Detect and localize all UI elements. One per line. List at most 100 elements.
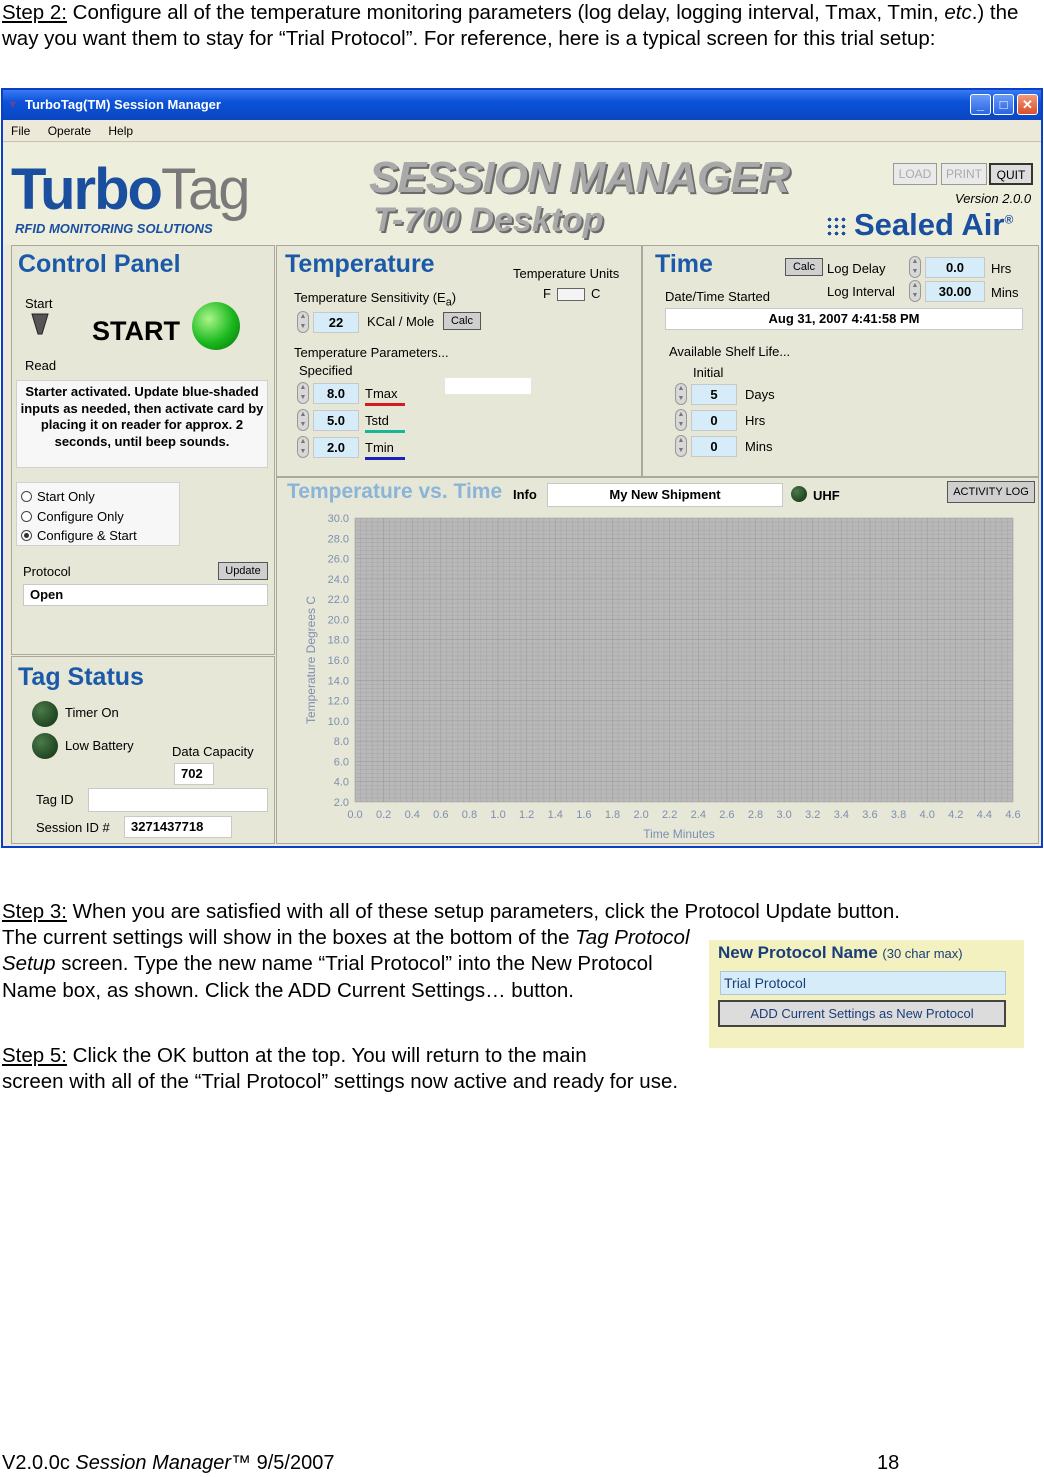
tstd-field[interactable]: 5.0 [313, 410, 359, 431]
log-interval-spinner[interactable]: ▲ ▼ [909, 280, 921, 302]
log-delay-field[interactable]: 0.0 [925, 257, 985, 278]
radio-configure-start[interactable]: Configure & Start [21, 528, 137, 543]
sensitivity-spinner[interactable]: ▲ ▼ [297, 311, 309, 333]
tstd-spinner[interactable]: ▲ ▼ [297, 409, 309, 431]
title-bar: ♆ TurboTag(TM) Session Manager _ □ ✕ [3, 90, 1041, 120]
unit-c-label: C [591, 286, 601, 301]
new-protocol-field[interactable]: Trial Protocol [720, 971, 1006, 995]
print-button[interactable]: PRINT [941, 163, 987, 185]
radio-configure-only[interactable]: Configure Only [21, 509, 124, 524]
activity-log-button[interactable]: ACTIVITY LOG [947, 481, 1035, 503]
radio-start-only[interactable]: Start Only [21, 489, 95, 504]
protocol-field[interactable]: Open [23, 584, 268, 606]
menu-bar: File Operate Help [3, 120, 1041, 142]
start-led [192, 302, 240, 350]
y-tick-label: 12.0 [328, 696, 349, 708]
info-label: Info [513, 487, 537, 502]
y-tick-label: 28.0 [328, 533, 349, 545]
mins-field[interactable]: 0 [691, 436, 737, 457]
tstd-label: Tstd [365, 413, 389, 428]
y-tick-label: 8.0 [334, 736, 349, 748]
mins-spinner[interactable]: ▲ ▼ [675, 435, 687, 457]
y-tick-label: 14.0 [328, 675, 349, 687]
x-tick-label: 3.6 [862, 809, 877, 821]
y-tick-label: 24.0 [328, 574, 349, 586]
close-button[interactable]: ✕ [1017, 94, 1038, 115]
control-panel: Control Panel Start START Read Starter a… [11, 245, 275, 655]
menu-help[interactable]: Help [108, 124, 133, 138]
session-id-label: Session ID # [36, 820, 110, 835]
mins-unit: Mins [745, 439, 773, 454]
temperature-units-label: Temperature Units [513, 266, 620, 281]
x-tick-label: 0.6 [433, 809, 448, 821]
control-panel-title: Control Panel [18, 250, 181, 278]
tag-id-field[interactable] [88, 788, 268, 812]
load-button[interactable]: LOAD [893, 163, 937, 185]
add-current-settings-button[interactable]: ADD Current Settings as New Protocol [718, 1000, 1006, 1027]
specified-label: Specified [299, 363, 353, 378]
low-battery-label: Low Battery [65, 738, 134, 753]
x-tick-label: 1.4 [548, 809, 563, 821]
tmin-field[interactable]: 2.0 [313, 437, 359, 458]
x-tick-label: 2.2 [662, 809, 677, 821]
hrs-field[interactable]: 0 [691, 410, 737, 431]
temperature-chart: 30.0 28.0 26.0 24.0 22.0 20.0 18.0 16.0 14.0 12.0… [304, 513, 1021, 841]
menu-operate[interactable]: Operate [48, 124, 91, 138]
low-battery-led [32, 733, 58, 759]
unit-toggle[interactable] [557, 288, 585, 301]
chart-panel: Temperature vs. Time Info My New Shipmen… [276, 477, 1039, 844]
menu-file[interactable]: File [11, 124, 30, 138]
tmin-label: Tmin [365, 440, 394, 455]
sensitivity-calc-button[interactable]: Calc [443, 312, 481, 330]
x-tick-label: 3.0 [776, 809, 791, 821]
step2-label: Step 2: [2, 1, 67, 24]
start-text[interactable]: START [92, 316, 180, 347]
y-tick-label: 10.0 [328, 716, 349, 728]
tag-status-panel: Tag Status Timer On Low Battery Data Cap… [11, 656, 275, 844]
quit-button[interactable]: QUIT [989, 163, 1033, 185]
log-interval-label: Log Interval [827, 284, 895, 299]
switch-icon[interactable] [30, 312, 50, 340]
tmax-spinner[interactable]: ▲ ▼ [297, 382, 309, 404]
log-delay-spinner[interactable]: ▲ ▼ [909, 256, 921, 278]
log-delay-unit: Hrs [991, 261, 1012, 276]
x-tick-label: 2.8 [748, 809, 763, 821]
step3-paragraph: Step 3: When you are satisfied with all … [2, 899, 1042, 925]
log-interval-field[interactable]: 30.00 [925, 281, 985, 302]
hrs-spinner[interactable]: ▲ ▼ [675, 409, 687, 431]
x-tick-label: 4.6 [1005, 809, 1020, 821]
tmax-field[interactable]: 8.0 [313, 383, 359, 404]
timer-on-led [32, 701, 58, 727]
x-tick-label: 4.0 [920, 809, 935, 821]
version-label: Version 2.0.0 [955, 191, 1032, 206]
y-tick-label: 16.0 [328, 655, 349, 667]
protocol-update-button[interactable]: Update [218, 562, 268, 580]
time-calc-button[interactable]: Calc [785, 258, 823, 276]
data-capacity-field: 702 [174, 763, 214, 785]
info-field[interactable]: My New Shipment [547, 483, 783, 507]
days-field[interactable]: 5 [691, 384, 737, 405]
x-tick-label: 3.2 [805, 809, 820, 821]
window-title: TurboTag(TM) Session Manager [25, 97, 221, 112]
x-tick-label: 2.0 [633, 809, 648, 821]
x-axis-ticks: 0.0 0.2 0.4 0.6 0.8 1.0 1.2 1.4 1.6 1.8 2.0 2.2 2.4 2… [347, 809, 1020, 821]
time-panel: Time Calc Log Delay ▲ ▼ 0.0 Hrs Date/Time… [642, 245, 1039, 477]
step5-paragraph: Step 5: Click the OK button at the top. … [2, 1044, 679, 1094]
app-header: TurboTag RFID MONITORING SOLUTIONS SESSI… [3, 143, 1041, 245]
temperature-title: Temperature [285, 250, 435, 278]
tmin-spinner[interactable]: ▲ ▼ [297, 436, 309, 458]
log-delay-label: Log Delay [827, 261, 886, 276]
maximize-button[interactable]: □ [993, 94, 1014, 115]
sensitivity-field[interactable]: 22 [313, 312, 359, 333]
minimize-button[interactable]: _ [970, 94, 991, 115]
days-spinner[interactable]: ▲ ▼ [675, 383, 687, 405]
timer-on-label: Timer On [65, 705, 119, 720]
x-tick-label: 0.2 [376, 809, 391, 821]
x-tick-label: 1.0 [490, 809, 505, 821]
x-tick-label: 2.4 [691, 809, 706, 821]
step3-text: When you are satisfied with all of these… [66, 900, 900, 923]
started-label: Date/Time Started [665, 289, 771, 304]
x-tick-label: 1.6 [576, 809, 591, 821]
turbotag-logo: TurboTag [11, 157, 250, 222]
x-tick-label: 3.4 [834, 809, 849, 821]
